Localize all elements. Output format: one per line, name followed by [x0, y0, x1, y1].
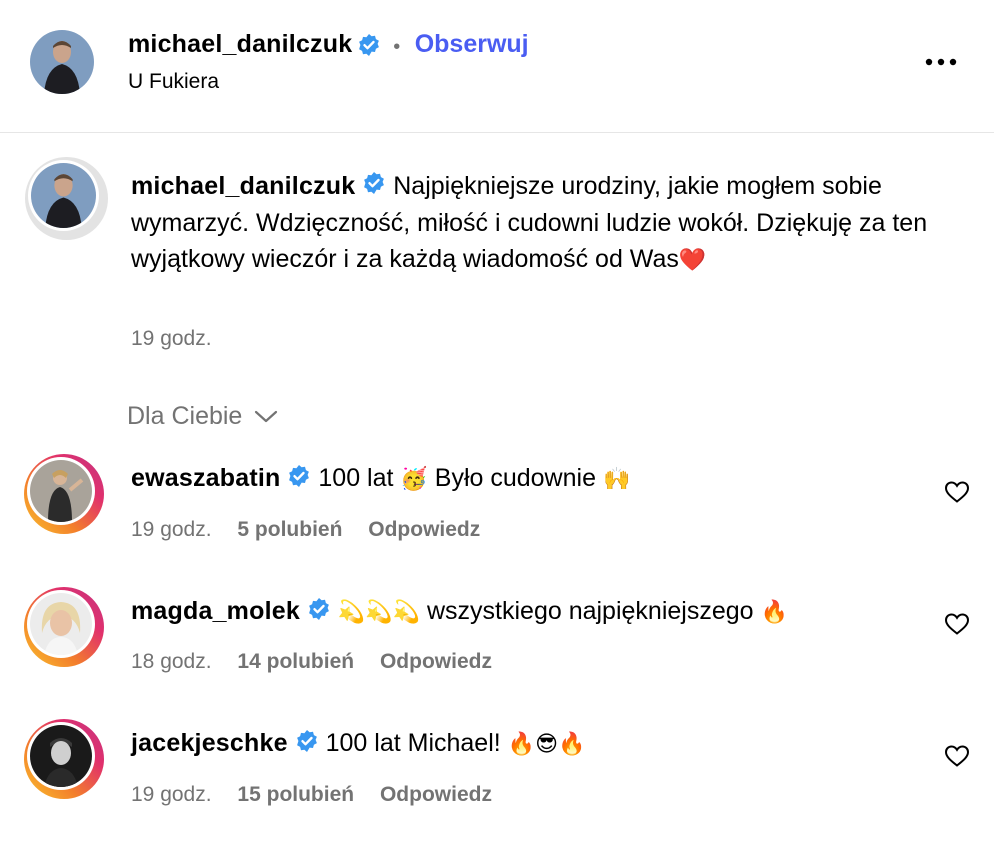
verified-badge-icon: [357, 33, 381, 62]
post-caption: michael_danilczuk Najpiękniejsze urodzin…: [131, 168, 931, 279]
author-avatar[interactable]: [30, 30, 94, 94]
verified-badge-icon: [307, 597, 331, 628]
comment-sort-dropdown[interactable]: Dla Ciebie: [127, 402, 279, 432]
verified-badge-icon: [287, 464, 311, 495]
more-options-icon[interactable]: [924, 52, 958, 77]
comment-text: 100 lat: [318, 464, 394, 493]
comment-text: Było cudownie: [434, 464, 596, 493]
comment-avatar-ring[interactable]: [24, 587, 104, 667]
dizzy-emoji: 💫💫💫: [337, 600, 421, 626]
comment-time: 18 godz.: [131, 650, 212, 673]
comment-likes[interactable]: 15 polubień: [237, 783, 354, 806]
comment-text: wszystkiego najpiękniejszego: [426, 597, 754, 626]
comment-avatar-ring[interactable]: [24, 719, 104, 799]
comment-avatar-ring[interactable]: [24, 454, 104, 534]
comment-avatar: [30, 593, 92, 655]
comment-time: 19 godz.: [131, 518, 212, 541]
party-face-emoji: 🥳: [400, 467, 428, 493]
reply-button[interactable]: Odpowiedz: [380, 650, 492, 673]
raising-hands-emoji: 🙌: [602, 467, 631, 493]
follow-button[interactable]: Obserwuj: [415, 30, 529, 58]
header-separator: •: [393, 36, 401, 59]
comment-text: 100 lat Michael!: [325, 729, 501, 758]
fire-emoji: 🔥: [760, 600, 788, 626]
comment-sort-label: Dla Ciebie: [127, 402, 243, 430]
post-time: 19 godz.: [131, 327, 212, 350]
comment-time: 19 godz.: [131, 783, 212, 806]
comment-username[interactable]: magda_molek: [131, 597, 300, 625]
caption-avatar: [31, 163, 96, 228]
caption-username[interactable]: michael_danilczuk: [131, 172, 355, 200]
comment-username[interactable]: jacekjeschke: [131, 729, 288, 757]
verified-badge-icon: [362, 169, 386, 205]
author-username[interactable]: michael_danilczuk: [128, 30, 352, 58]
like-heart-icon[interactable]: [944, 480, 970, 509]
verified-badge-icon: [295, 729, 319, 760]
like-heart-icon[interactable]: [944, 744, 970, 773]
comment-username[interactable]: ewaszabatin: [131, 464, 280, 492]
comment-avatar: [30, 460, 92, 522]
reply-button[interactable]: Odpowiedz: [380, 783, 492, 806]
comment-likes[interactable]: 5 polubień: [237, 518, 342, 541]
comment-likes[interactable]: 14 polubień: [237, 650, 354, 673]
chevron-down-icon: [253, 403, 279, 432]
heart-emoji: ❤️: [678, 248, 707, 274]
fire-sunglasses-emoji: 🔥😎🔥: [507, 732, 586, 758]
like-heart-icon[interactable]: [944, 612, 970, 641]
comment-avatar: [30, 725, 92, 787]
caption-avatar-ring[interactable]: [25, 157, 108, 240]
reply-button[interactable]: Odpowiedz: [368, 518, 480, 541]
post-header: michael_danilczuk • Obserwuj U Fukiera: [0, 0, 994, 133]
post-location[interactable]: U Fukiera: [128, 70, 219, 94]
